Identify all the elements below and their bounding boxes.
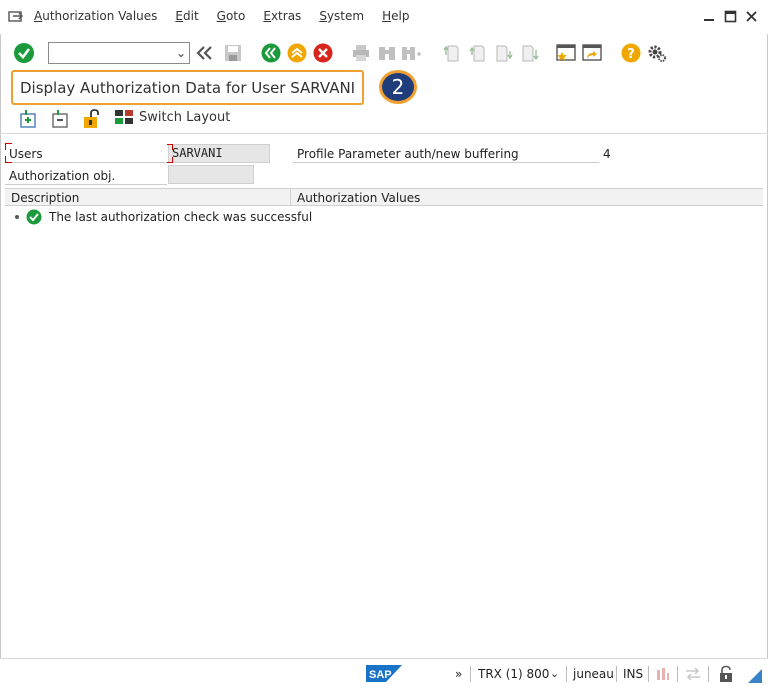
next-page-icon (492, 42, 514, 64)
application-toolbar: Switch Layout (0, 106, 768, 134)
table-header: Description Authorization Values (5, 188, 763, 206)
menu-bar: Authorization Values Edit Goto Extras Sy… (0, 0, 768, 34)
settings-icon[interactable] (646, 42, 668, 64)
tree-bullet (15, 215, 19, 219)
menu-edit[interactable]: Edit (175, 9, 198, 23)
performance-icon (657, 668, 669, 680)
switch-layout-label: Switch Layout (139, 109, 231, 125)
page-title: Display Authorization Data for User SARV… (20, 79, 356, 97)
exit-icon[interactable] (286, 42, 308, 64)
menu-system[interactable]: System (319, 9, 364, 23)
authorization-object-label: Authorization obj. (5, 165, 167, 185)
svg-text:SAP: SAP (369, 669, 392, 681)
authorization-object-field (168, 165, 254, 184)
back-icon[interactable] (194, 42, 216, 64)
back-green-icon[interactable] (260, 42, 282, 64)
window-left-edge (0, 0, 1, 689)
profile-parameter-value: 4 (603, 147, 611, 161)
server-name: juneau (573, 667, 614, 681)
status-separator (616, 666, 617, 682)
find-icon (376, 42, 398, 64)
maximize-icon[interactable] (724, 10, 737, 23)
sap-logo-icon: SAP (366, 665, 402, 682)
resize-grip[interactable] (748, 669, 762, 683)
transfer-icon (686, 667, 700, 681)
lock-open-icon[interactable] (82, 109, 102, 129)
profile-parameter-label: Profile Parameter auth/new buffering (293, 143, 599, 163)
menu-icon[interactable] (8, 10, 24, 24)
command-input[interactable] (49, 43, 169, 63)
status-bar: SAP » TRX (1) 800 ⌄ juneau INS (0, 658, 768, 689)
close-icon[interactable] (745, 10, 758, 23)
lock-icon[interactable] (718, 665, 734, 683)
enter-icon[interactable] (13, 42, 35, 64)
find-next-icon (400, 42, 422, 64)
status-separator (648, 666, 649, 682)
cancel-icon[interactable] (312, 42, 334, 64)
save-icon (222, 42, 244, 64)
switch-layout-icon (115, 110, 133, 124)
command-field[interactable]: ⌄ (48, 42, 190, 64)
status-expand-button[interactable]: » (455, 667, 462, 681)
expand-all-icon[interactable] (18, 109, 38, 129)
previous-page-icon (466, 42, 488, 64)
system-dropdown-icon[interactable]: ⌄ (550, 667, 559, 680)
menu-help[interactable]: Help (382, 9, 409, 23)
create-session-icon[interactable] (556, 42, 578, 64)
insert-mode[interactable]: INS (623, 667, 643, 681)
help-icon[interactable]: ? (620, 42, 642, 64)
menu-goto[interactable]: Goto (217, 9, 246, 23)
svg-text:?: ? (627, 47, 635, 62)
status-separator (708, 666, 709, 682)
system-info[interactable]: TRX (1) 800 (478, 667, 549, 681)
shortcut-icon[interactable] (582, 42, 604, 64)
step-badge: 2 (379, 70, 417, 104)
status-separator (566, 666, 567, 682)
switch-layout-button[interactable]: Switch Layout (114, 109, 230, 125)
collapse-all-icon[interactable] (50, 109, 70, 129)
print-icon (350, 42, 372, 64)
menu-authorization-values[interactable]: Authorization Values (34, 9, 157, 23)
title-highlight: Display Authorization Data for User SARV… (11, 70, 364, 105)
success-icon (26, 209, 42, 225)
first-page-icon (440, 42, 462, 64)
status-separator (677, 666, 678, 682)
column-authorization-values[interactable]: Authorization Values (297, 191, 420, 205)
column-divider[interactable] (290, 189, 291, 206)
chevron-down-icon[interactable]: ⌄ (176, 46, 186, 60)
row-description: The last authorization check was success… (49, 210, 313, 224)
users-field: SARVANI (167, 144, 270, 163)
menu-extras[interactable]: Extras (263, 9, 301, 23)
users-label: Users (5, 143, 167, 163)
status-separator (470, 666, 471, 682)
last-page-icon (518, 42, 540, 64)
minimize-icon[interactable] (703, 10, 716, 23)
tree-row[interactable]: The last authorization check was success… (5, 207, 312, 227)
column-description[interactable]: Description (11, 191, 79, 205)
